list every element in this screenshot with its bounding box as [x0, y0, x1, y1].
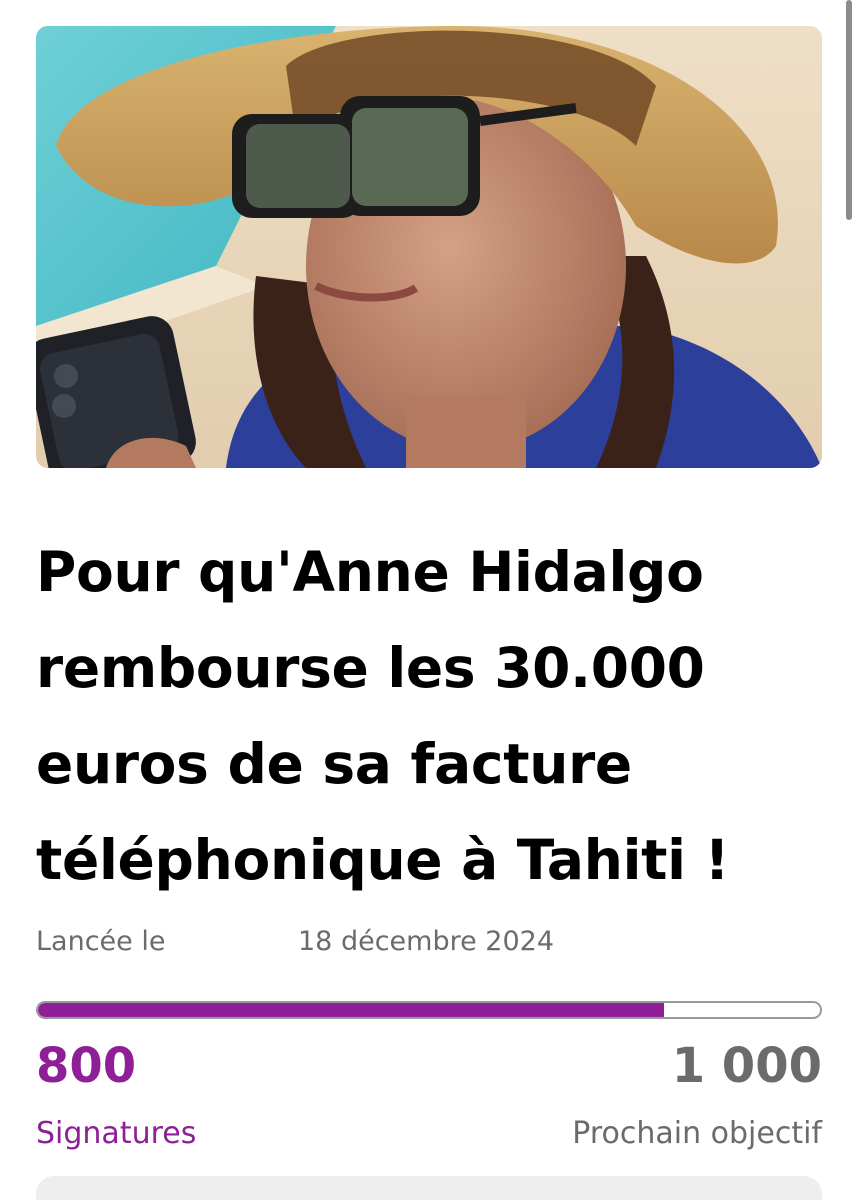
signature-progress-bar [36, 1001, 822, 1019]
launch-label: Lancée le [36, 926, 166, 957]
goal-count: 1 000 [671, 1038, 822, 1094]
launch-info: Lancée le 18 décembre 2024 [36, 926, 822, 966]
sign-card [36, 1176, 822, 1200]
launch-date: 18 décembre 2024 [298, 926, 554, 957]
signatures-count: 800 [36, 1038, 137, 1094]
petition-title: Pour qu'Anne Hidalgo rembourse les 30.00… [36, 540, 730, 892]
signature-progress-fill [38, 1003, 664, 1017]
petition-photo [36, 26, 822, 468]
goal-label: Prochain objectif [572, 1116, 822, 1151]
signatures-label: Signatures [36, 1116, 197, 1151]
beach-portrait-image [36, 26, 822, 468]
scrollbar[interactable] [846, 0, 852, 220]
petition-page: Pour qu'Anne Hidalgo rembourse les 30.00… [0, 0, 858, 1200]
